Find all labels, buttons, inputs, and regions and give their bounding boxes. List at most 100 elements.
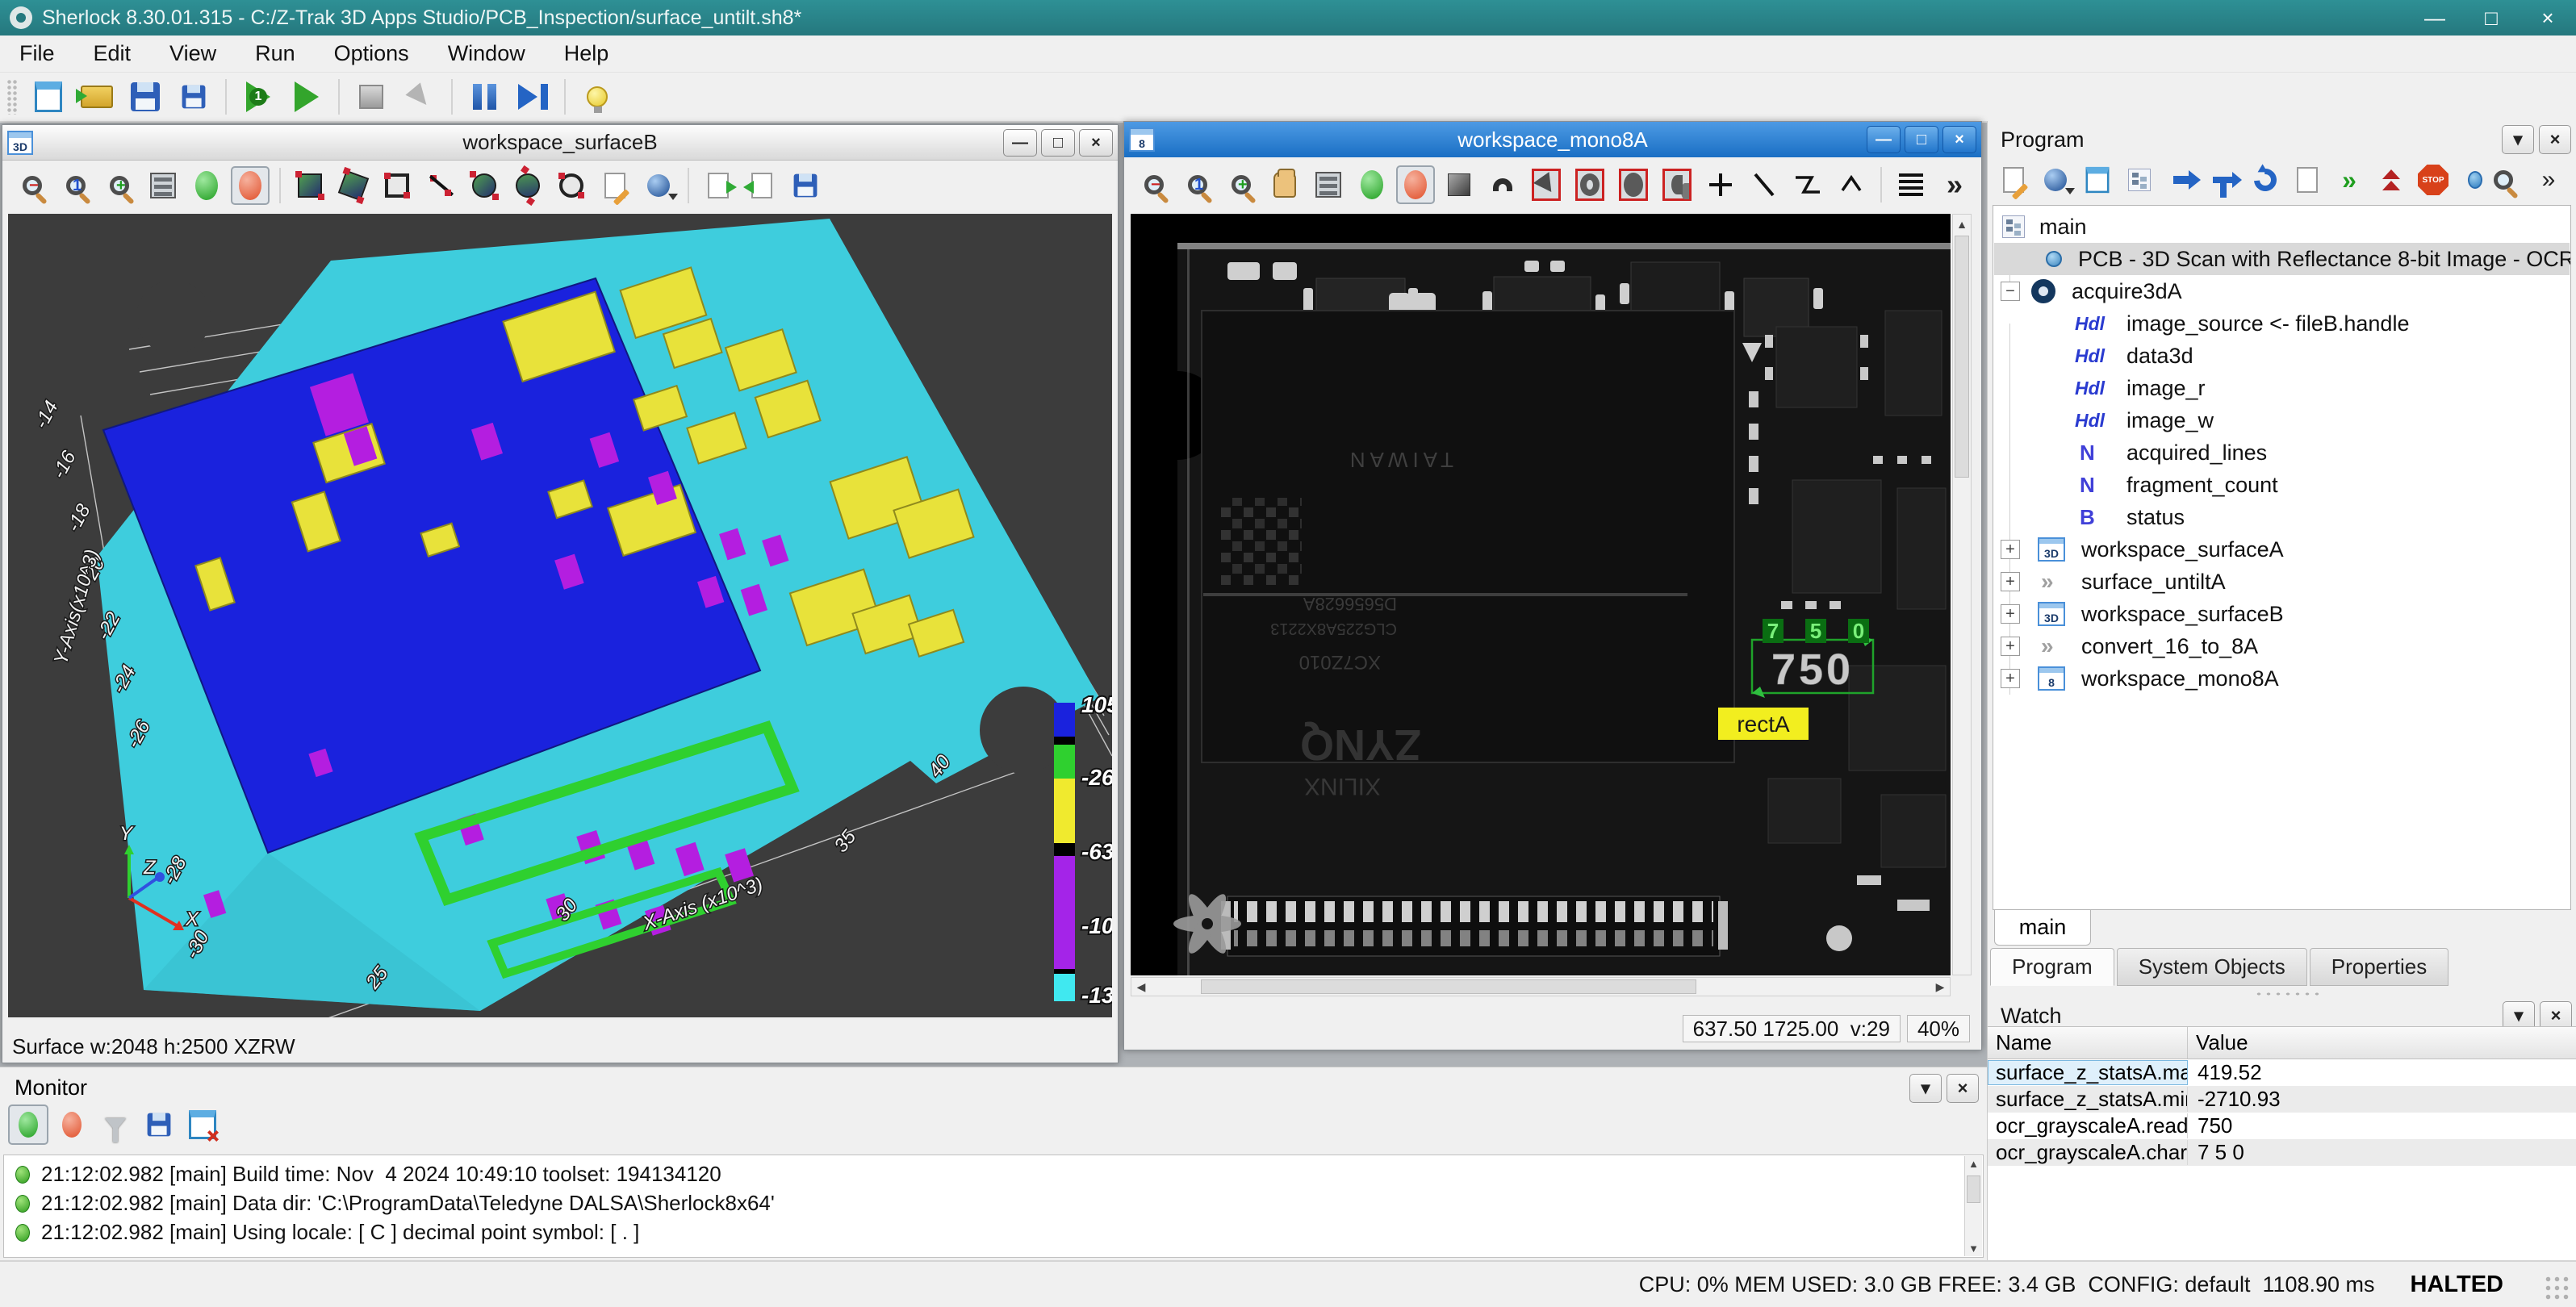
vertical-scrollbar[interactable]: ▲	[1952, 214, 1972, 975]
edit-annotation-button[interactable]	[596, 166, 634, 205]
run-once-button[interactable]: 1	[236, 75, 280, 119]
mono8-maximize-button[interactable]: □	[1905, 126, 1938, 153]
pan-button[interactable]	[1265, 165, 1304, 204]
tree-item-image-r[interactable]: Hdl image_r	[1994, 372, 2570, 404]
mono8-titlebar[interactable]: 8 workspace_mono8A — □ ×	[1124, 122, 1981, 157]
tree-item-workspace-surfacea[interactable]: + 3D workspace_surfaceA	[1994, 533, 2570, 566]
roi-donut-button[interactable]	[1570, 165, 1609, 204]
menu-file[interactable]: File	[0, 35, 74, 73]
zoom-out-button[interactable]: −	[1135, 165, 1173, 204]
program-toolbar-overflow-button[interactable]: »	[2529, 161, 2568, 199]
tree-item-fragment-count[interactable]: N fragment_count	[1994, 469, 2570, 501]
monitor-log[interactable]: 21:12:02.982 [main] Build time: Nov 4 20…	[3, 1155, 1984, 1258]
zoom-region-button[interactable]	[1309, 165, 1348, 204]
draw-polyline-button[interactable]	[1788, 165, 1827, 204]
goto-button[interactable]: »	[2330, 161, 2369, 199]
watch-row[interactable]: ocr_grayscaleA.read_string 750	[1988, 1113, 2576, 1139]
tree-item-workspace-surfaceb[interactable]: + 3D workspace_surfaceB	[1994, 598, 2570, 630]
tree-item-data3d[interactable]: Hdl data3d	[1994, 340, 2570, 372]
tree-item-acquired-lines[interactable]: N acquired_lines	[1994, 436, 2570, 469]
roi-square-button[interactable]	[378, 166, 416, 205]
monitor-collapse-button[interactable]: ▾	[1909, 1074, 1942, 1103]
menu-run[interactable]: Run	[236, 35, 315, 73]
monitor-scroll-thumb[interactable]	[1967, 1175, 1980, 1203]
program-collapse-button[interactable]: ▾	[2502, 125, 2534, 154]
fail-indicator-button[interactable]	[231, 166, 270, 205]
monitor-clear-button[interactable]	[182, 1104, 223, 1145]
arch-tool-button[interactable]	[1483, 165, 1522, 204]
draw-cross-button[interactable]	[1701, 165, 1740, 204]
mono8-close-button[interactable]: ×	[1942, 126, 1976, 153]
hint-button[interactable]	[575, 75, 619, 119]
menu-help[interactable]: Help	[545, 35, 629, 73]
fail-indicator-button[interactable]	[1396, 165, 1435, 204]
roi-polygon-button[interactable]	[465, 166, 504, 205]
watch-col-name[interactable]: Name	[1988, 1027, 2188, 1059]
surface3d-titlebar[interactable]: 3D workspace_surfaceB — □ ×	[2, 125, 1118, 161]
window-maximize-button[interactable]: □	[2463, 0, 2520, 35]
reload-image-button[interactable]	[742, 166, 781, 205]
tree-view-button[interactable]	[2120, 161, 2159, 199]
tree-item-pcb-program[interactable]: PCB - 3D Scan with Reflectance 8-bit Ima…	[1994, 243, 2570, 275]
resize-grip[interactable]	[2544, 1275, 2571, 1302]
expand-expander[interactable]: +	[2001, 604, 2020, 624]
roi-combo-button[interactable]	[1658, 165, 1696, 204]
expand-expander[interactable]: +	[2001, 572, 2020, 591]
scroll-left-icon[interactable]: ◀	[1133, 978, 1149, 996]
tree-item-main[interactable]: main	[1994, 211, 2570, 243]
monitor-filter-button[interactable]	[95, 1104, 136, 1145]
new-window-button[interactable]	[2078, 161, 2117, 199]
menu-edit[interactable]: Edit	[74, 35, 151, 73]
add-loop-button[interactable]	[2246, 161, 2285, 199]
add-step-button[interactable]	[2162, 161, 2201, 199]
add-branch-button[interactable]	[2204, 161, 2243, 199]
run-button[interactable]	[285, 75, 328, 119]
splitter-handle[interactable]	[2254, 991, 2319, 997]
zoom-100-button[interactable]: 1	[1178, 165, 1217, 204]
roi-pointer-button[interactable]	[1527, 165, 1566, 204]
tree-item-surface-untilta[interactable]: + » surface_untiltA	[1994, 566, 2570, 598]
gradient-view-button[interactable]	[1440, 165, 1478, 204]
save-program-button[interactable]	[123, 75, 167, 119]
watch-col-value[interactable]: Value	[2188, 1027, 2576, 1059]
watch-row[interactable]: ocr_grayscaleA.character 7 5 0	[1988, 1139, 2576, 1166]
step-button[interactable]	[511, 75, 554, 119]
surface3d-minimize-button[interactable]: —	[1003, 129, 1037, 157]
roi-ellipse-button[interactable]	[1614, 165, 1653, 204]
file-tab-main[interactable]: main	[1994, 910, 2091, 946]
tree-item-workspace-mono8a[interactable]: + 8 workspace_mono8A	[1994, 662, 2570, 695]
scroll-up-icon[interactable]: ▲	[1953, 216, 1971, 232]
zoom-region-button[interactable]	[144, 166, 182, 205]
window-close-button[interactable]: ×	[2520, 0, 2576, 35]
tree-item-image-source[interactable]: Hdl image_source <- fileB.handle	[1994, 307, 2570, 340]
mono8-viewport[interactable]: TAIWAN D5656628A CLG225A8X2213 XC7Z010 Z…	[1131, 214, 1951, 975]
tree-item-convert-16-to-8a[interactable]: + » convert_16_to_8A	[1994, 630, 2570, 662]
stop-button[interactable]	[349, 75, 393, 119]
raise-error-button[interactable]	[2372, 161, 2411, 199]
zoom-in-button[interactable]: +	[1222, 165, 1261, 204]
roi-points-button[interactable]	[508, 166, 547, 205]
zoom-out-button[interactable]: −	[13, 166, 52, 205]
image-window-button[interactable]	[2036, 161, 2075, 199]
watch-row[interactable]: surface_z_statsA.min_z -2710.93	[1988, 1086, 2576, 1113]
draw-caret-button[interactable]	[1832, 165, 1871, 204]
pass-indicator-button[interactable]	[187, 166, 226, 205]
scroll-down-icon[interactable]: ▼	[1965, 1242, 1982, 1255]
display-list-button[interactable]	[1892, 165, 1930, 204]
search-button[interactable]	[2484, 161, 2523, 199]
horizontal-scrollbar[interactable]: ◀ ▶	[1131, 977, 1951, 996]
menu-options[interactable]: Options	[315, 35, 429, 73]
zoom-in-button[interactable]: +	[100, 166, 139, 205]
menu-window[interactable]: Window	[429, 35, 545, 73]
surface3d-viewport[interactable]: -14 -16 -18 -20 -22 -24 -26 -28 -30 Y-Ax…	[8, 214, 1112, 1017]
scroll-right-icon[interactable]: ▶	[1932, 978, 1948, 996]
surface3d-close-button[interactable]: ×	[1079, 129, 1113, 157]
save-image-button[interactable]	[786, 166, 825, 205]
abort-button[interactable]	[398, 75, 441, 119]
add-comment-button[interactable]	[2288, 161, 2327, 199]
vscroll-thumb[interactable]	[1955, 236, 1969, 478]
roi-rectangle-button[interactable]	[291, 166, 329, 205]
draw-line-button[interactable]	[1745, 165, 1784, 204]
export-image-button[interactable]	[699, 166, 738, 205]
expand-expander[interactable]: +	[2001, 669, 2020, 688]
